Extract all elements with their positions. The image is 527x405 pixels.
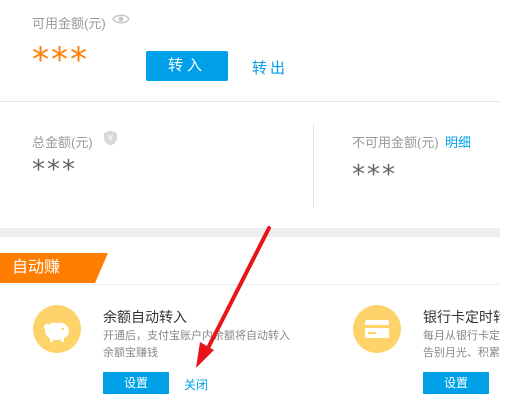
auto-transfer-setup-button[interactable]: 设置 — [103, 372, 169, 394]
unavailable-amount-label: 不可用金额(元) — [352, 135, 439, 150]
description-line: 开通后，支付宝账户内余额将自动转入 — [103, 330, 290, 342]
total-amount-label: 总金额(元) — [32, 135, 93, 150]
unavailable-amount-value: *** — [352, 160, 397, 190]
scheduled-transfer-description: 每月从银行卡定 告别月光、积累 — [423, 328, 500, 362]
eye-icon[interactable] — [112, 12, 130, 26]
scheduled-transfer-title: 银行卡定时转 — [423, 309, 507, 325]
auto-transfer-title: 余额自动转入 — [103, 309, 187, 325]
auto-earn-tag: 自动赚 — [0, 253, 108, 283]
shield-icon: ¥ — [104, 130, 117, 146]
section-line — [0, 284, 500, 285]
close-link[interactable]: 关闭 — [184, 376, 208, 393]
divider — [0, 101, 500, 102]
description-line: 余额宝赚钱 — [103, 347, 158, 359]
page-edge — [500, 0, 527, 405]
section-separator — [0, 228, 500, 237]
detail-link[interactable]: 明细 — [445, 132, 471, 151]
scheduled-transfer-setup-button[interactable]: 设置 — [423, 372, 489, 394]
total-amount-value: *** — [32, 155, 77, 185]
available-amount-value: *** — [32, 40, 89, 80]
transfer-in-button[interactable]: 转入 — [146, 51, 228, 81]
piggy-bank-icon — [33, 305, 81, 353]
vertical-divider — [313, 123, 314, 208]
transfer-out-link[interactable]: 转出 — [252, 57, 288, 78]
description-line: 告别月光、积累 — [423, 347, 500, 359]
available-amount-label: 可用金额(元) — [32, 16, 106, 31]
description-line: 每月从银行卡定 — [423, 330, 500, 342]
svg-text:¥: ¥ — [108, 134, 113, 143]
bank-card-icon — [353, 305, 401, 353]
auto-transfer-description: 开通后，支付宝账户内余额将自动转入 余额宝赚钱 — [103, 328, 313, 362]
